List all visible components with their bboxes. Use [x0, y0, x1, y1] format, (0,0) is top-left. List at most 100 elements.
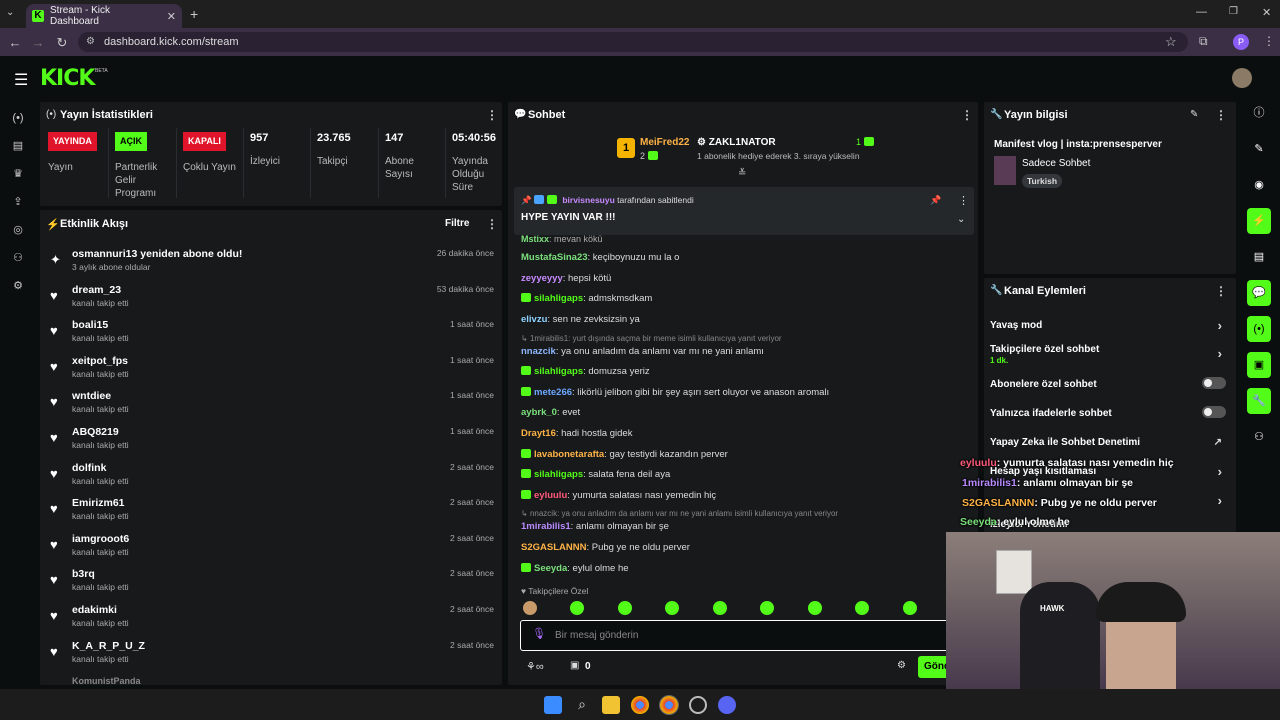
activity-time: 2 saat önce — [450, 568, 494, 579]
overlay-chat-message: 1mirabilis1: anlamı olmayan bir şe — [962, 477, 1133, 489]
browser-menu-icon[interactable]: ⋮ — [1263, 34, 1275, 48]
record-icon[interactable]: ◉ — [1247, 172, 1271, 198]
broadcast-icon[interactable]: (•) — [9, 110, 27, 126]
moderation-icon[interactable]: ◎ — [9, 222, 27, 238]
back-icon[interactable]: ← — [5, 35, 25, 50]
chat-username[interactable]: nnazcik — [521, 346, 556, 357]
chat-message: Drayt16: hadi hostla gidek — [521, 428, 632, 439]
steam-icon[interactable] — [689, 696, 707, 714]
channel-actions-kebab-icon[interactable]: ⋮ — [1215, 284, 1227, 298]
activity-item: ♥ dream_23 kanalı takip etti 53 dakika önce — [50, 284, 496, 320]
chat-username[interactable]: S2GASLANNN — [521, 542, 586, 553]
pencil-icon[interactable]: ✎ — [1247, 136, 1271, 162]
expand-leaderboard-icon[interactable]: ≚ — [738, 168, 746, 179]
chat-username[interactable]: MustafaSina23 — [521, 252, 588, 263]
info-icon[interactable]: ⓘ — [1247, 100, 1271, 126]
chat-username[interactable]: Drayt16 — [521, 428, 556, 439]
windows-start-icon[interactable] — [544, 696, 562, 714]
chat-username[interactable]: elivzu — [521, 314, 547, 325]
dashboard-icon[interactable]: ▤ — [9, 138, 27, 154]
activity-time: 1 saat önce — [450, 319, 494, 330]
reload-icon[interactable]: ↻ — [52, 35, 72, 51]
lightning-tool-icon[interactable]: ⚡ — [1247, 208, 1271, 234]
close-window-icon[interactable]: ✕ — [1262, 6, 1271, 19]
right-tool-rail: ⓘ ✎ ◉ ⚡ ▤ 💬 (•) ▣ 🔧 ⚇ — [1244, 100, 1274, 450]
emote-chat-label: Yalnızca ifadelerle sohbet — [990, 408, 1112, 419]
chrome-active-icon[interactable] — [659, 695, 679, 715]
stat-item: 23.765 Takipçi — [310, 128, 371, 198]
emote-icon[interactable] — [523, 601, 537, 615]
pinned-collapse-icon[interactable]: ⌄ — [957, 214, 965, 225]
slow-mode-row[interactable]: Yavaş mod › — [990, 318, 1230, 333]
search-icon[interactable]: ⌕ — [573, 696, 591, 714]
forward-icon[interactable]: → — [28, 35, 48, 50]
emote-icon[interactable] — [618, 601, 632, 615]
emote-icon[interactable] — [808, 601, 822, 615]
discord-icon[interactable] — [718, 696, 736, 714]
subs-chat-toggle[interactable] — [1202, 377, 1226, 389]
pinned-by-suffix: tarafından sabitlendi — [617, 195, 694, 205]
chat-username[interactable]: aybrk_0 — [521, 407, 557, 418]
followers-chat-row[interactable]: Takipçilere özel sohbet › — [990, 344, 1230, 361]
trophy-icon[interactable]: ♛ — [9, 166, 27, 182]
stream-info-kebab-icon[interactable]: ⋮ — [1215, 108, 1227, 122]
settings-icon[interactable]: ⚙ — [9, 278, 27, 294]
emote-chat-toggle[interactable] — [1202, 406, 1226, 418]
chat-username[interactable]: 1mirabilis1 — [521, 521, 571, 532]
file-explorer-icon[interactable] — [602, 696, 620, 714]
chat-username[interactable]: Seeyda — [534, 563, 567, 574]
chat-username[interactable]: silahligaps — [534, 293, 583, 304]
kick-header — [0, 56, 1280, 100]
tab-list-icon[interactable]: ⌄ — [6, 7, 14, 18]
hamburger-menu-icon[interactable]: ☰ — [14, 70, 28, 90]
minimize-icon[interactable]: — — [1196, 6, 1207, 18]
community-icon[interactable]: ⚇ — [9, 250, 27, 266]
emote-icon[interactable] — [903, 601, 917, 615]
chat-settings-icon[interactable]: ⚙ — [897, 660, 906, 671]
emote-chat-row: Yalnızca ifadelerle sohbet — [990, 406, 1230, 419]
emote-icon[interactable] — [855, 601, 869, 615]
edit-pencil-icon[interactable]: ✎ — [1190, 109, 1198, 120]
unpin-icon[interactable]: 📌 — [930, 195, 941, 206]
bookmark-star-icon[interactable]: ☆ — [1165, 34, 1177, 50]
emote-icon[interactable] — [760, 601, 774, 615]
restore-icon[interactable]: ❐ — [1229, 6, 1238, 17]
browser-tab[interactable]: K Stream - Kick Dashboard ✕ — [26, 4, 182, 28]
new-tab-icon[interactable]: + — [190, 6, 198, 22]
extensions-icon[interactable]: ⧉ — [1199, 34, 1208, 49]
community-tool-icon[interactable]: ⚇ — [1247, 424, 1271, 450]
kick-logo[interactable]: KICK — [40, 66, 95, 91]
chat-username[interactable]: lavabonetarafta — [534, 449, 604, 460]
chat-username[interactable]: silahligaps — [534, 366, 583, 377]
microphone-icon[interactable]: 🎙 — [532, 627, 546, 640]
wrench-tool-icon[interactable]: 🔧 — [1247, 388, 1271, 414]
notes-icon[interactable]: ▤ — [1247, 244, 1271, 270]
chat-message: silahligaps: admskmsdkam — [521, 293, 652, 304]
chat-username[interactable]: zeyyeyyy — [521, 273, 563, 284]
close-tab-icon[interactable]: ✕ — [167, 10, 176, 23]
ai-mod-row[interactable]: Yapay Zeka ile Sohbet Denetimi ↗ — [990, 437, 1230, 448]
infinity-icon[interactable]: ⚘∞ — [526, 660, 544, 673]
user-avatar[interactable] — [1232, 68, 1252, 88]
emote-icon[interactable] — [665, 601, 679, 615]
profile-avatar[interactable]: P — [1233, 34, 1249, 50]
emote-icon[interactable] — [570, 601, 584, 615]
stream-info-tool-icon[interactable]: ▣ — [1247, 352, 1271, 378]
url-field[interactable]: dashboard.kick.com/stream — [78, 32, 1188, 52]
chrome-icon[interactable] — [631, 696, 649, 714]
filter-button[interactable]: Filtre — [445, 218, 469, 229]
stats-kebab-icon[interactable]: ⋮ — [486, 108, 498, 122]
emote-icon[interactable] — [713, 601, 727, 615]
chat-username[interactable]: silahligaps — [534, 469, 583, 480]
chat-tool-icon[interactable]: 💬 — [1247, 280, 1271, 306]
category-name[interactable]: Sadece Sohbet — [1022, 158, 1090, 169]
activity-time: 2 saat önce — [450, 604, 494, 614]
chat-username[interactable]: eyluulu — [534, 490, 567, 501]
site-info-icon[interactable]: ⚙ — [86, 36, 95, 47]
activity-kebab-icon[interactable]: ⋮ — [486, 217, 498, 231]
broadcast-tool-icon[interactable]: (•) — [1247, 316, 1271, 342]
upload-icon[interactable]: ⇪ — [9, 194, 27, 210]
pinned-kebab-icon[interactable]: ⋮ — [958, 194, 969, 207]
chat-kebab-icon[interactable]: ⋮ — [961, 108, 973, 122]
chat-username[interactable]: mete266 — [534, 387, 572, 398]
